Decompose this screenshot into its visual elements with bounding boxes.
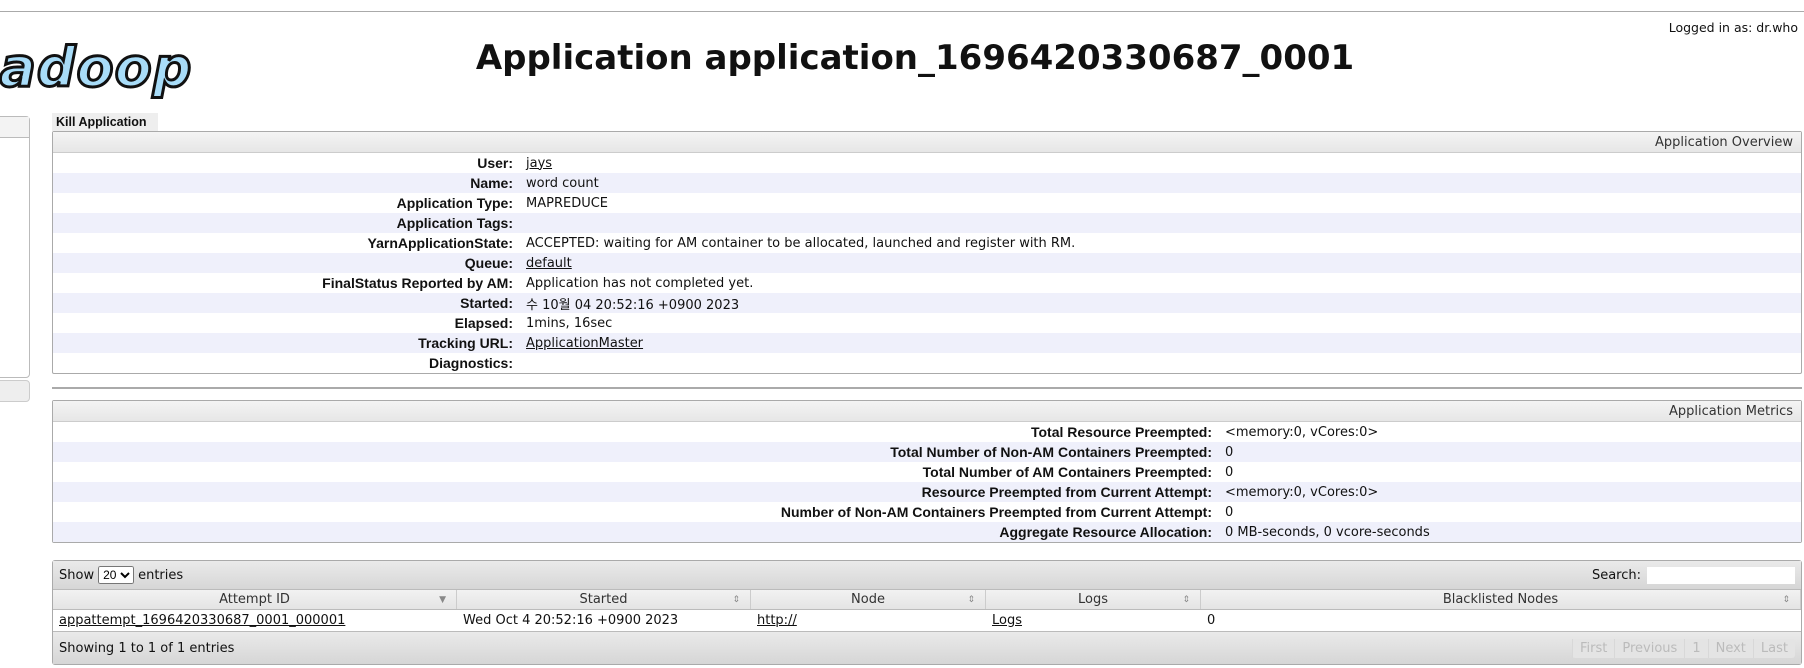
info-label: Application Tags: [396, 215, 513, 231]
sort-icon: ⇕ [1782, 595, 1790, 605]
info-value: 0 [1225, 504, 1234, 520]
entries-label: entries [138, 567, 184, 583]
info-label: Started: [460, 295, 513, 311]
info-value: word count [526, 175, 599, 191]
info-row: Resource Preempted from Current Attempt:… [53, 482, 1801, 502]
attempt-id-link[interactable]: appattempt_1696420330687_0001_000001 [59, 613, 345, 628]
info-value: ACCEPTED: waiting for AM container to be… [526, 235, 1076, 251]
page-next[interactable]: Next [1707, 638, 1753, 658]
info-row: Application Type: MAPREDUCE [53, 193, 1801, 213]
info-label: User: [477, 155, 513, 171]
info-row: Elapsed: 1mins, 16sec [53, 313, 1801, 333]
info-row: Application Tags: [53, 213, 1801, 233]
info-label: Elapsed: [454, 315, 513, 331]
info-row: Name: word count [53, 173, 1801, 193]
search-input[interactable] [1647, 566, 1795, 584]
column-attempt-id[interactable]: Attempt ID ▼ [53, 590, 457, 609]
info-value: Application has not completed yet. [526, 275, 754, 291]
page-last[interactable]: Last [1752, 638, 1795, 658]
started-cell: Wed Oct 4 20:52:16 +0900 2023 [463, 613, 679, 628]
info-value: 수 10월 04 20:52:16 +0900 2023 [526, 297, 740, 313]
info-row: Started: 수 10월 04 20:52:16 +0900 2023 [53, 293, 1801, 313]
info-value: <memory:0, vCores:0> [1225, 484, 1379, 500]
table-row: appattempt_1696420330687_0001_000001 Wed… [53, 610, 1801, 631]
info-label: Tracking URL: [418, 335, 513, 351]
logged-in-user: Logged in as: dr.who [1668, 20, 1798, 35]
show-label: Show [59, 567, 95, 583]
info-value-link[interactable]: ApplicationMaster [526, 336, 643, 351]
info-value: 0 [1225, 444, 1234, 460]
info-label: Queue: [464, 255, 513, 271]
info-label: YarnApplicationState: [367, 235, 513, 251]
info-row: Total Number of AM Containers Preempted:… [53, 462, 1801, 482]
application-overview: Application Overview User: jays Name: word … [52, 131, 1802, 374]
top-divider [0, 11, 1804, 12]
info-value: 0 MB-seconds, 0 vcore-seconds [1225, 524, 1430, 540]
info-value: 0 [1225, 464, 1234, 480]
metrics-title: Application Metrics [53, 401, 1801, 422]
info-label: Aggregate Resource Allocation: [999, 524, 1212, 540]
info-label: Application Type: [396, 195, 513, 211]
info-row: Number of Non-AM Containers Preempted fr… [53, 502, 1801, 522]
pagination: First Previous 1 Next Last [1572, 638, 1795, 658]
info-label: Diagnostics: [428, 355, 513, 371]
blacklisted-cell: 0 [1207, 613, 1216, 628]
info-value: <memory:0, vCores:0> [1225, 424, 1379, 440]
column-blacklisted-nodes[interactable]: Blacklisted Nodes ⇕ [1201, 590, 1801, 609]
info-row: FinalStatus Reported by AM: Application h… [53, 273, 1801, 293]
column-logs[interactable]: Logs ⇕ [986, 590, 1201, 609]
info-row: YarnApplicationState: ACCEPTED: waiting f… [53, 233, 1801, 253]
info-value: 1mins, 16sec [526, 315, 613, 331]
info-value: MAPREDUCE [526, 195, 609, 211]
info-label: Total Number of AM Containers Preempted: [922, 464, 1212, 480]
info-row: Total Resource Preempted: <memory:0, vCor… [53, 422, 1801, 442]
logs-link[interactable]: Logs [992, 613, 1022, 628]
sort-icon: ⇕ [967, 595, 975, 605]
table-info: Showing 1 to 1 of 1 entries [59, 640, 235, 656]
sidebar-tools[interactable] [0, 380, 30, 402]
info-label: Total Resource Preempted: [1030, 424, 1212, 440]
section-divider [52, 387, 1802, 389]
info-row: Tracking URL: ApplicationMaster [53, 333, 1801, 353]
sort-icon: ⇕ [1182, 595, 1190, 605]
info-value-link[interactable]: jays [526, 156, 552, 171]
info-row: Total Number of Non-AM Containers Preemp… [53, 442, 1801, 462]
attempts-table: Show 20 entries Search: Attempt ID ▼ Star… [52, 560, 1802, 665]
page-previous[interactable]: Previous [1614, 638, 1684, 658]
page-title: Application application_1696420330687_00… [475, 38, 1355, 78]
node-link[interactable]: http:// [757, 613, 797, 628]
page-size-select[interactable]: 20 [98, 566, 135, 584]
kill-application-button[interactable]: Kill Application [52, 113, 158, 131]
sort-icon: ⇕ [732, 595, 740, 605]
info-row: Aggregate Resource Allocation: 0 MB-secon… [53, 522, 1801, 542]
info-label: Number of Non-AM Containers Preempted fr… [780, 504, 1212, 520]
overview-title: Application Overview [53, 132, 1801, 153]
info-label: Resource Preempted from Current Attempt: [921, 484, 1212, 500]
column-node[interactable]: Node ⇕ [751, 590, 986, 609]
info-label: Name: [470, 175, 513, 191]
info-value-link[interactable]: default [526, 256, 572, 271]
page-1[interactable]: 1 [1684, 638, 1707, 658]
application-metrics: Application Metrics Total Resource Preem… [52, 400, 1802, 543]
info-row: Diagnostics: [53, 353, 1801, 373]
search-label: Search: [1591, 567, 1641, 583]
info-label: FinalStatus Reported by AM: [322, 275, 513, 291]
sort-desc-icon: ▼ [439, 595, 446, 605]
info-row: Queue: default [53, 253, 1801, 273]
sidebar-nav [0, 116, 30, 378]
info-row: User: jays [53, 153, 1801, 173]
page-first[interactable]: First [1572, 638, 1614, 658]
column-started[interactable]: Started ⇕ [457, 590, 751, 609]
info-label: Total Number of Non-AM Containers Preemp… [890, 444, 1212, 460]
